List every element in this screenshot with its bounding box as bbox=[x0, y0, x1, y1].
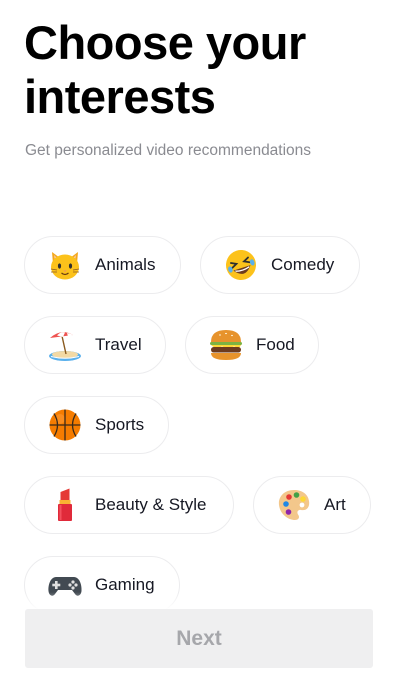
hamburger-icon bbox=[208, 327, 244, 363]
basketball-icon bbox=[47, 407, 83, 443]
interest-label: Animals bbox=[95, 255, 156, 274]
cat-face-icon bbox=[47, 247, 83, 283]
interest-chip-art[interactable]: Art bbox=[253, 476, 371, 534]
interest-chip-beauty-style[interactable]: Beauty & Style bbox=[24, 476, 234, 534]
interest-chip-food[interactable]: Food bbox=[185, 316, 319, 374]
palette-icon bbox=[276, 487, 312, 523]
interest-label: Food bbox=[256, 335, 295, 354]
interest-label: Art bbox=[324, 495, 346, 514]
interest-chip-sports[interactable]: Sports bbox=[24, 396, 169, 454]
interest-label: Beauty & Style bbox=[95, 495, 207, 514]
interest-chip-travel[interactable]: Travel bbox=[24, 316, 166, 374]
lipstick-icon bbox=[47, 487, 83, 523]
interest-chip-comedy[interactable]: Comedy bbox=[200, 236, 360, 294]
next-button[interactable]: Next bbox=[25, 609, 373, 668]
interest-label: Travel bbox=[95, 335, 142, 354]
laughing-face-icon bbox=[223, 247, 259, 283]
interest-chip-list: Animals Comedy Travel Food Sports Beauty… bbox=[0, 0, 400, 679]
interest-label: Sports bbox=[95, 415, 145, 434]
interest-chip-animals[interactable]: Animals bbox=[24, 236, 181, 294]
interest-label: Comedy bbox=[271, 255, 335, 274]
beach-umbrella-icon bbox=[47, 327, 83, 363]
scroll-fade-overlay bbox=[0, 592, 400, 610]
